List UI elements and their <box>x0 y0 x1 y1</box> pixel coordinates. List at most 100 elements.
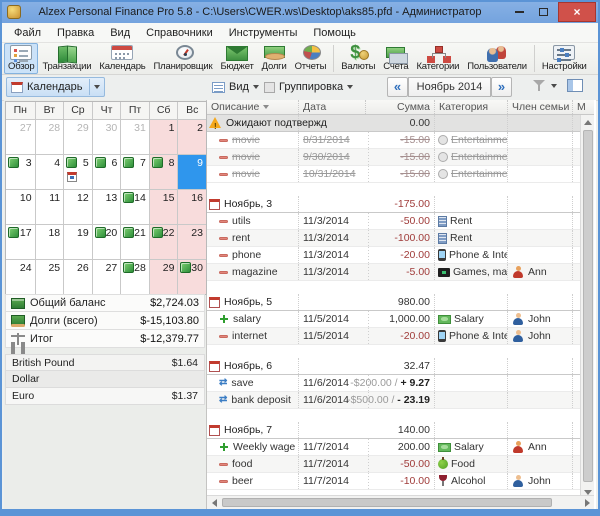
group-header-row[interactable]: Ноябрь, 5980.00 <box>207 294 580 311</box>
transaction-row[interactable]: rent11/3/2014-100.00Rent <box>207 230 580 247</box>
column-header-m[interactable]: М <box>573 100 594 114</box>
calendar-day-16[interactable]: 16 <box>177 189 206 224</box>
calendar-day-12[interactable]: 12 <box>63 189 92 224</box>
calendar-day-17[interactable]: 17 <box>6 224 35 259</box>
minimize-button[interactable] <box>510 2 528 22</box>
chevron-down-icon[interactable] <box>551 84 557 88</box>
toolbar-button-planner[interactable]: Планировщик <box>150 43 217 74</box>
calendar-day-24[interactable]: 24 <box>6 259 35 294</box>
transaction-row[interactable]: movie9/30/2014-15.00Entertainmen <box>207 149 580 166</box>
toolbar-button-reports[interactable]: Отчеты <box>291 43 331 74</box>
panel-toggle-icon[interactable] <box>567 79 583 92</box>
toolbar-button-budget[interactable]: Бюджет <box>216 43 257 74</box>
transaction-row[interactable]: internet11/5/2014-20.00Phone & InteJohn <box>207 328 580 345</box>
transaction-row[interactable]: ⇄bank deposit11/6/2014-$500.00 / - 23.19 <box>207 392 580 409</box>
menu-item-5[interactable]: Помощь <box>305 23 364 43</box>
toolbar-button-settings[interactable]: Настройки <box>538 43 591 74</box>
horizontal-scrollbar[interactable] <box>207 495 594 509</box>
toolbar-button-calendar[interactable]: Календарь <box>95 43 149 74</box>
next-period-button[interactable]: » <box>491 77 512 97</box>
calendar-day-14[interactable]: 14 <box>120 189 149 224</box>
vertical-scroll-thumb[interactable] <box>583 130 593 482</box>
calendar-day-22[interactable]: 22 <box>149 224 178 259</box>
group-header-row[interactable]: Ноябрь, 632.47 <box>207 358 580 375</box>
calendar-day-25[interactable]: 25 <box>35 259 64 294</box>
group-header-row[interactable]: Ноябрь, 3-175.00 <box>207 196 580 213</box>
transaction-row[interactable]: utils11/3/2014-50.00Rent <box>207 213 580 230</box>
transaction-row[interactable]: beer11/7/2014-10.00AlcoholJohn <box>207 473 580 490</box>
calendar-day-28[interactable]: 28 <box>120 259 149 294</box>
calendar-day-3[interactable]: 3 <box>6 154 35 189</box>
calendar-day-26[interactable]: 26 <box>63 259 92 294</box>
scroll-right-button[interactable] <box>580 496 594 509</box>
calendar-day-2[interactable]: 2 <box>177 119 206 154</box>
menu-item-1[interactable]: Правка <box>49 23 102 43</box>
transaction-row[interactable]: movie8/31/2014-15.00Entertainmen <box>207 132 580 149</box>
toolbar-button-currencies[interactable]: Валюты <box>337 43 379 74</box>
toolbar-button-overview[interactable]: Обзор <box>4 43 38 74</box>
calendar-day-21[interactable]: 21 <box>120 224 149 259</box>
scroll-up-button[interactable] <box>581 115 595 129</box>
group-header-row[interactable]: Ожидают подтвержд0.00 <box>207 115 580 132</box>
calendar-day-27[interactable]: 27 <box>6 119 35 154</box>
vertical-scrollbar[interactable] <box>580 115 594 499</box>
calendar-day-10[interactable]: 10 <box>6 189 35 224</box>
calendar-day-6[interactable]: 6 <box>92 154 121 189</box>
calendar-day-29[interactable]: 29 <box>149 259 178 294</box>
toolbar-button-accounts[interactable]: Счета <box>379 43 412 74</box>
calendar-day-23[interactable]: 23 <box>177 224 206 259</box>
calendar-day-7[interactable]: 7 <box>120 154 149 189</box>
calendar-day-30[interactable]: 30 <box>177 259 206 294</box>
menu-item-3[interactable]: Справочники <box>138 23 221 43</box>
column-header-sum[interactable]: Сумма <box>370 100 434 114</box>
transaction-row[interactable]: movie10/31/2014-15.00Entertainmen <box>207 166 580 183</box>
calendar-day-18[interactable]: 18 <box>35 224 64 259</box>
calendar-day-19[interactable]: 19 <box>63 224 92 259</box>
toolbar-button-transactions[interactable]: Транзакции <box>38 43 95 74</box>
toolbar-button-categories[interactable]: Категории <box>412 43 463 74</box>
chevron-down-icon[interactable] <box>94 85 100 89</box>
transaction-row[interactable]: salary11/5/20141,000.00SalaryJohn <box>207 311 580 328</box>
close-button[interactable]: × <box>558 2 596 22</box>
menu-item-0[interactable]: Файл <box>6 23 49 43</box>
column-header-member[interactable]: Член семьи <box>508 100 573 114</box>
calendar-day-13[interactable]: 13 <box>92 189 121 224</box>
calendar-day-15[interactable]: 15 <box>149 189 178 224</box>
menu-item-4[interactable]: Инструменты <box>221 23 306 43</box>
calendar-day-4[interactable]: 4 <box>35 154 64 189</box>
view-dropdown[interactable]: Вид <box>212 77 259 97</box>
transaction-row[interactable]: phone11/3/2014-20.00Phone & Inte <box>207 247 580 264</box>
toolbar-button-label: Категории <box>416 61 459 72</box>
transaction-row[interactable]: food11/7/2014-50.00Food <box>207 456 580 473</box>
column-header-date[interactable]: Дата <box>299 100 366 114</box>
transaction-row[interactable]: Weekly wage chec11/7/2014200.00SalaryAnn <box>207 439 580 456</box>
previous-period-button[interactable]: « <box>387 77 408 97</box>
horizontal-scroll-thumb[interactable] <box>222 498 552 507</box>
calendar-day-20[interactable]: 20 <box>92 224 121 259</box>
filter-icon[interactable] <box>533 79 545 93</box>
transaction-row[interactable]: magazine11/3/2014-5.00Games, magaAnn <box>207 264 580 281</box>
calendar-day-9[interactable]: 9 <box>177 154 206 189</box>
calendar-day-11[interactable]: 11 <box>35 189 64 224</box>
period-display[interactable]: Ноябрь 2014 <box>408 77 491 97</box>
calendar-day-28[interactable]: 28 <box>35 119 64 154</box>
toolbar-button-users[interactable]: Пользователи <box>463 43 531 74</box>
grouping-dropdown[interactable]: Группировка <box>264 77 353 97</box>
toolbar-button-debts[interactable]: Долги <box>258 43 291 74</box>
calendar-day-27[interactable]: 27 <box>92 259 121 294</box>
menu-item-2[interactable]: Вид <box>102 23 138 43</box>
column-header-description[interactable]: Описание <box>207 100 299 114</box>
calendar-day-1[interactable]: 1 <box>149 119 178 154</box>
calendar-day-5[interactable]: 5 <box>63 154 92 189</box>
maximize-button[interactable] <box>534 2 552 22</box>
group-title: Ноябрь, 6 <box>224 358 272 374</box>
calendar-day-31[interactable]: 31 <box>120 119 149 154</box>
transaction-row[interactable]: ⇄save11/6/2014-$200.00 / + 9.27 <box>207 375 580 392</box>
group-header-row[interactable]: Ноябрь, 7140.00 <box>207 422 580 439</box>
scroll-left-button[interactable] <box>207 496 221 509</box>
calendar-day-8[interactable]: 8 <box>149 154 178 189</box>
column-header-category[interactable]: Категория <box>435 100 508 114</box>
calendar-day-29[interactable]: 29 <box>63 119 92 154</box>
calendar-day-30[interactable]: 30 <box>92 119 121 154</box>
calendar-view-button[interactable]: Календарь <box>6 77 105 97</box>
